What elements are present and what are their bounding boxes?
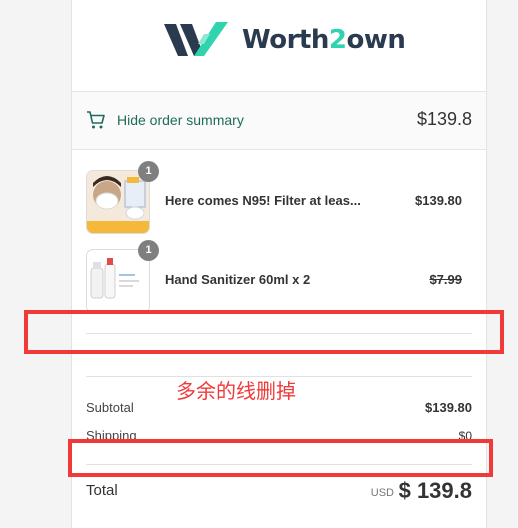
hand-sanitizer-product-image (86, 249, 150, 313)
annotation-note: 多余的线删掉 (176, 379, 296, 403)
annotation-highlight-box (24, 310, 504, 354)
cart-icon (87, 111, 105, 129)
total-label: Total (86, 482, 118, 499)
brand-name: Worth2own (242, 25, 406, 55)
quantity-badge: 1 (138, 240, 159, 261)
annotation-highlight-box (68, 439, 493, 477)
total-amount: $ 139.8 (398, 478, 472, 503)
logo-mark-icon (164, 22, 228, 56)
subtotal-value: $139.80 (425, 400, 472, 415)
item-name: Hand Sanitizer 60ml x 2 (165, 272, 311, 287)
quantity-badge: 1 (138, 161, 159, 182)
item-name: Here comes N95! Filter at leas... (165, 193, 361, 208)
total-currency: USD (370, 487, 394, 499)
line-item: 1 Here comes N95! Filter at leas... $139… (86, 161, 472, 234)
order-summary-toggle[interactable]: Hide order summary $139.8 (72, 91, 486, 150)
hide-order-summary-link[interactable]: Hide order summary (117, 112, 244, 128)
item-price: $7.99 (429, 272, 462, 287)
subtotal-label: Subtotal (86, 400, 134, 415)
brand-logo[interactable]: Worth2own (164, 18, 406, 62)
summary-toggle-total: $139.8 (416, 109, 472, 129)
line-item: 1 Hand Sanitizer 60ml x 2 $7.99 (86, 240, 472, 313)
item-price: $139.80 (415, 193, 462, 208)
n95-mask-product-image (86, 170, 150, 234)
